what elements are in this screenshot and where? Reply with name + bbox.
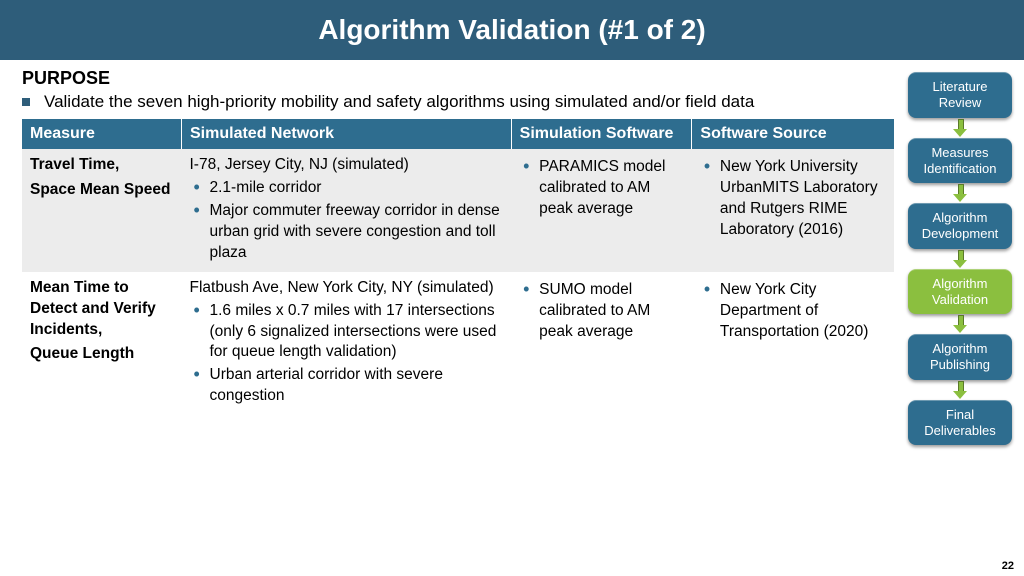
table-header: Measure: [22, 119, 182, 149]
flow-step: Measures Identification: [908, 138, 1012, 184]
table-row: Travel Time,Space Mean SpeedI-78, Jersey…: [22, 149, 894, 272]
source-cell: New York City Department of Transportati…: [692, 272, 894, 416]
measure-cell: Travel Time,Space Mean Speed: [22, 149, 182, 272]
purpose-bullet: Validate the seven high-priority mobilit…: [22, 91, 894, 113]
measure-cell: Mean Time to Detect and Verify Incidents…: [22, 272, 182, 416]
network-cell: Flatbush Ave, New York City, NY (simulat…: [182, 272, 512, 416]
flow-step: Literature Review: [908, 72, 1012, 118]
arrow-down-icon: [953, 381, 967, 399]
purpose-heading: PURPOSE: [22, 68, 894, 89]
process-flow-sidebar: Literature Review Measures Identification…: [904, 68, 1024, 445]
source-cell: New York University UrbanMITS Laboratory…: [692, 149, 894, 272]
purpose-text: Validate the seven high-priority mobilit…: [44, 91, 754, 113]
table-header: Software Source: [692, 119, 894, 149]
main-column: PURPOSE Validate the seven high-priority…: [0, 68, 904, 445]
validation-table: Measure Simulated Network Simulation Sof…: [22, 119, 894, 415]
table-header: Simulated Network: [182, 119, 512, 149]
software-cell: PARAMICS model calibrated to AM peak ave…: [511, 149, 692, 272]
page-number: 22: [1002, 560, 1014, 572]
slide-title: Algorithm Validation (#1 of 2): [0, 0, 1024, 60]
flow-step: Algorithm Publishing: [908, 334, 1012, 380]
content-region: PURPOSE Validate the seven high-priority…: [0, 60, 1024, 445]
arrow-down-icon: [953, 315, 967, 333]
software-cell: SUMO model calibrated to AM peak average: [511, 272, 692, 416]
flow-step: Algorithm Validation: [908, 269, 1012, 315]
arrow-down-icon: [953, 184, 967, 202]
flow-step: Algorithm Development: [908, 203, 1012, 249]
network-cell: I-78, Jersey City, NJ (simulated)2.1-mil…: [182, 149, 512, 272]
table-row: Mean Time to Detect and Verify Incidents…: [22, 272, 894, 416]
square-bullet-icon: [22, 98, 30, 106]
flow-step: Final Deliverables: [908, 400, 1012, 446]
arrow-down-icon: [953, 250, 967, 268]
table-header: Simulation Software: [511, 119, 692, 149]
arrow-down-icon: [953, 119, 967, 137]
